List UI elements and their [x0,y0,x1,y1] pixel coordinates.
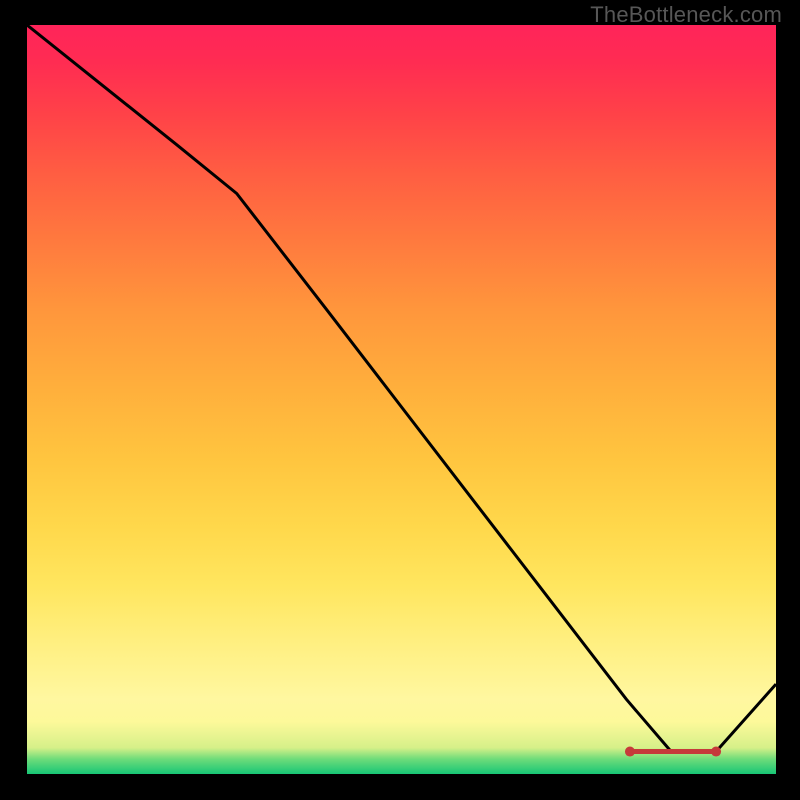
flat-dot-right [711,747,721,757]
curve-line [27,25,776,752]
plot-area [27,25,776,774]
chart-stage: TheBottleneck.com [0,0,800,800]
flat-dot-left [625,747,635,757]
watermark-text: TheBottleneck.com [590,2,782,27]
flat-marker [625,747,721,757]
overlay-svg [27,25,776,774]
